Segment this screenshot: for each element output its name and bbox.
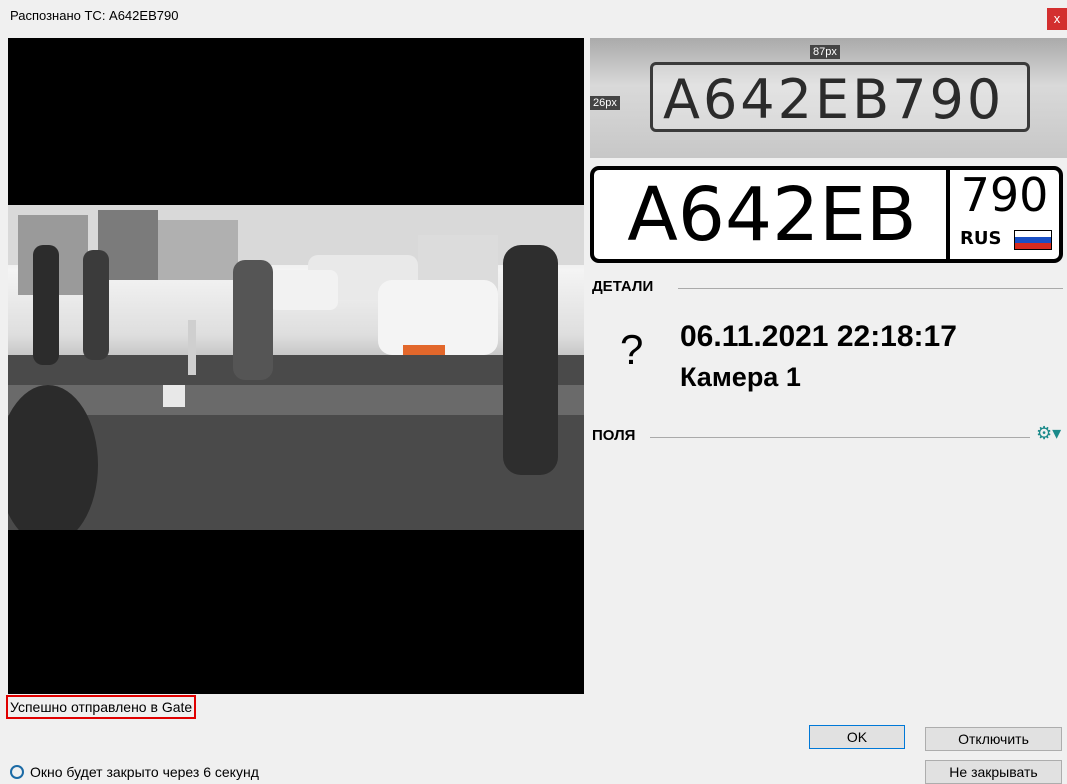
plate-width-label: 87px xyxy=(810,45,840,59)
ok-button[interactable]: OK xyxy=(809,725,905,749)
camera-frame-image xyxy=(8,205,584,530)
timer-icon xyxy=(10,765,24,780)
recognition-datetime: 06.11.2021 22:18:17 xyxy=(680,320,957,353)
russia-flag-icon xyxy=(1014,230,1052,250)
plate-main-number: А642ЕВ xyxy=(627,172,917,258)
license-plate: А642ЕВ 790 RUS xyxy=(590,166,1063,263)
camera-video-view xyxy=(8,38,584,694)
details-divider xyxy=(678,288,1063,289)
camera-scene-illustration xyxy=(8,205,584,530)
plate-region-block: 790 RUS xyxy=(950,168,1059,259)
fields-divider xyxy=(650,437,1030,438)
plate-region-number: 790 xyxy=(960,168,1049,222)
details-section-header: ДЕТАЛИ xyxy=(592,278,1067,298)
disable-button[interactable]: Отключить xyxy=(925,727,1062,751)
plate-crop-text: А642ЕВ790 xyxy=(650,62,1030,132)
window-title: Распознано ТС: А642ЕВ790 xyxy=(10,8,179,23)
keep-open-button[interactable]: Не закрывать xyxy=(925,760,1062,784)
title-bar: Распознано ТС: А642ЕВ790 x xyxy=(0,0,1067,36)
plate-country-code: RUS xyxy=(960,228,1002,249)
plate-height-label: 26px xyxy=(590,96,620,110)
camera-name: Камера 1 xyxy=(680,362,801,392)
gear-icon[interactable]: ⚙▾ xyxy=(1036,423,1061,444)
unknown-icon: ? xyxy=(620,326,644,373)
timer-text: Окно будет закрыто через 6 секунд xyxy=(30,764,259,780)
auto-close-timer: Окно будет закрыто через 6 секунд xyxy=(10,764,259,780)
close-button[interactable]: x xyxy=(1047,8,1067,30)
fields-header: ПОЛЯ xyxy=(592,427,636,444)
status-message: Успешно отправлено в Gate xyxy=(6,695,197,719)
plate-crop-image: А642ЕВ790 87px 26px xyxy=(590,38,1067,158)
details-header: ДЕТАЛИ xyxy=(592,278,654,295)
fields-section-header: ПОЛЯ xyxy=(592,427,1032,447)
